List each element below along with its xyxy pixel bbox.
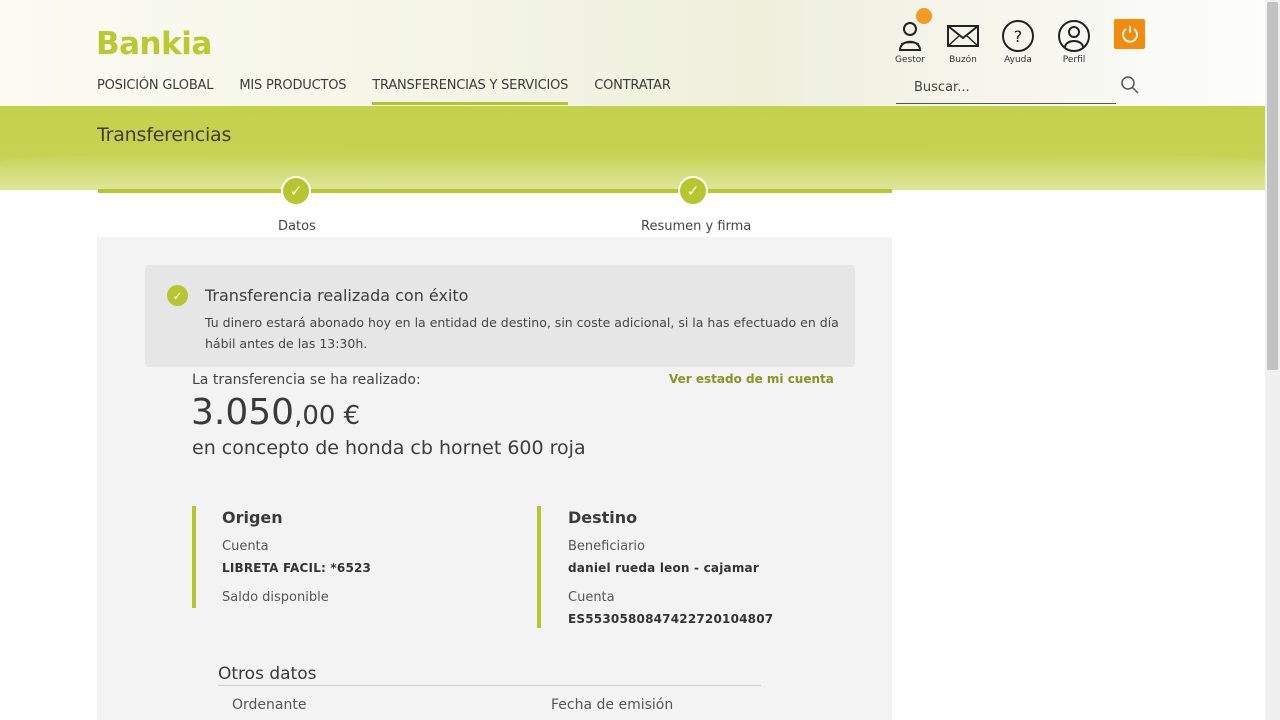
issue-date-label: Fecha de emisión <box>551 697 674 713</box>
success-check-icon: ✓ <box>167 285 188 306</box>
svg-text:?: ? <box>1014 27 1023 46</box>
power-icon <box>1121 26 1138 43</box>
ayuda-label: Ayuda <box>1004 55 1032 65</box>
transfer-concept: en concepto de honda cb hornet 600 roja <box>192 437 586 459</box>
buzon-label: Buzón <box>949 55 977 65</box>
ayuda-button[interactable]: ? Ayuda <box>994 20 1042 65</box>
transfer-done-label: La transferencia se ha realizado: <box>192 372 421 388</box>
destination-accent-bar <box>537 506 541 628</box>
top-header: Bankia POSICIÓN GLOBAL MIS PRODUCTOS TRA… <box>0 0 1265 106</box>
success-title: Transferencia realizada con éxito <box>205 286 469 305</box>
search-icon[interactable] <box>1120 75 1140 95</box>
help-icon: ? <box>1002 20 1034 52</box>
nav-mis-productos[interactable]: MIS PRODUCTOS <box>239 78 346 105</box>
search-input[interactable] <box>896 73 1096 101</box>
step-resumen-check-icon: ✓ <box>678 176 708 206</box>
destination-account-label: Cuenta <box>568 590 615 605</box>
logout-button[interactable] <box>1114 19 1145 49</box>
other-data-title: Otros datos <box>218 664 317 684</box>
see-account-status-link[interactable]: Ver estado de mi cuenta <box>669 372 834 386</box>
amount-decimals: ,00 € <box>294 401 361 431</box>
origin-account-label: Cuenta <box>222 539 269 554</box>
step-resumen-label: Resumen y firma <box>641 219 752 234</box>
gestor-button[interactable]: Gestor <box>886 8 934 65</box>
main-nav: POSICIÓN GLOBAL MIS PRODUCTOS TRANSFEREN… <box>97 78 697 105</box>
mail-icon <box>947 25 979 47</box>
nav-transferencias-servicios[interactable]: TRANSFERENCIAS Y SERVICIOS <box>372 78 568 105</box>
stepper-progress-line <box>98 189 892 193</box>
gestor-icon <box>898 22 922 51</box>
scrollbar-thumb[interactable] <box>1267 2 1278 370</box>
buzon-button[interactable]: Buzón <box>939 20 987 65</box>
page-title: Transferencias <box>97 124 232 146</box>
nav-contratar[interactable]: CONTRATAR <box>594 78 671 105</box>
destination-title: Destino <box>568 508 638 527</box>
gestor-label: Gestor <box>895 55 925 65</box>
other-data-divider <box>218 685 761 686</box>
band-decoration <box>0 150 1265 190</box>
ordering-party-label: Ordenante <box>232 697 307 713</box>
origin-title: Origen <box>222 508 283 527</box>
origin-balance-label: Saldo disponible <box>222 590 329 605</box>
notification-dot <box>916 8 932 24</box>
search-box <box>896 73 1116 104</box>
perfil-label: Perfil <box>1062 55 1086 65</box>
nav-posicion-global[interactable]: POSICIÓN GLOBAL <box>97 78 214 105</box>
amount-integer: 3.050 <box>191 392 295 433</box>
destination-account-value: ES5530580847422720104807 <box>568 612 774 626</box>
origin-account-value: LIBRETA FACIL: *6523 <box>222 561 372 575</box>
beneficiary-value: daniel rueda leon - cajamar <box>568 561 759 575</box>
perfil-button[interactable]: Perfil <box>1050 20 1098 65</box>
step-datos-label: Datos <box>278 219 316 234</box>
step-datos-check-icon: ✓ <box>281 176 311 206</box>
beneficiary-label: Beneficiario <box>568 539 645 554</box>
title-band <box>0 106 1265 190</box>
origin-accent-bar <box>192 506 196 608</box>
success-description: Tu dinero estará abonado hoy en la entid… <box>205 315 839 351</box>
profile-icon <box>1058 20 1090 52</box>
transfer-amount: 3.050,00 € <box>191 392 360 433</box>
bankia-logo[interactable]: Bankia <box>96 26 212 62</box>
